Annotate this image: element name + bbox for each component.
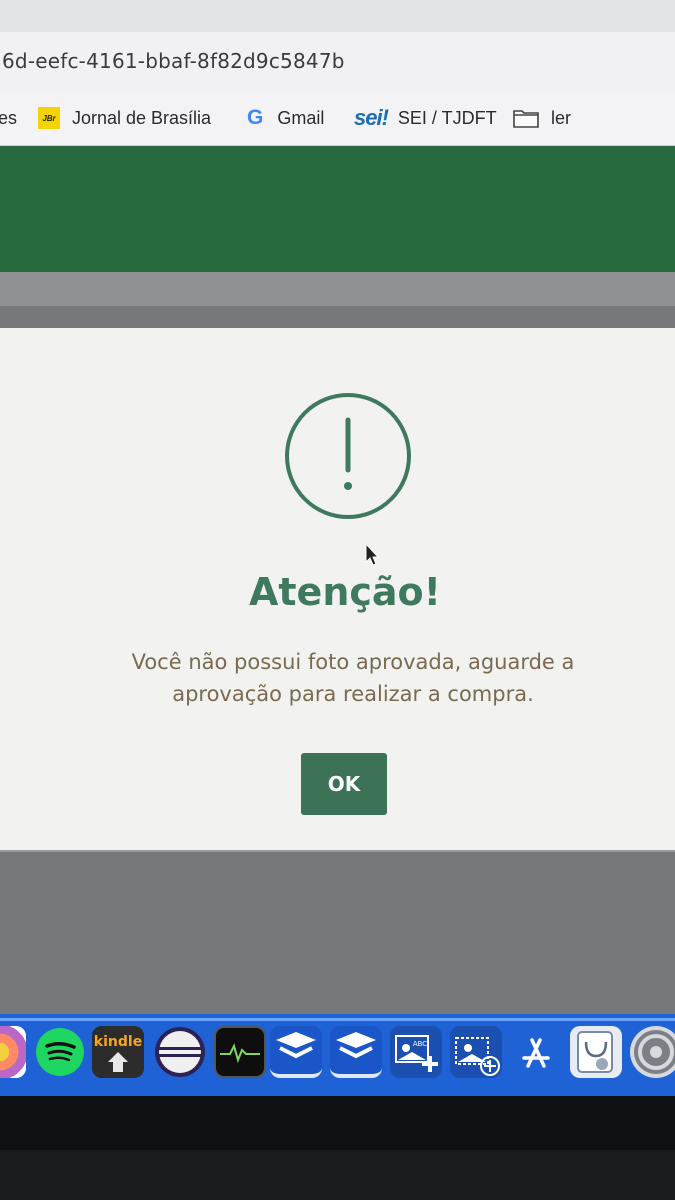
mouse-cursor-icon bbox=[365, 543, 380, 566]
ok-button[interactable]: OK bbox=[301, 753, 387, 815]
preview-icon[interactable] bbox=[570, 1026, 622, 1078]
bookmark-label: ler bbox=[551, 107, 572, 128]
spotify-icon[interactable] bbox=[34, 1026, 86, 1078]
screen: 6d-eefc-4161-bbaf-8f82d9c5847b es JBr Jo… bbox=[0, 0, 675, 1200]
dialog-message: Você não possui foto aprovada, aguarde a… bbox=[20, 646, 675, 710]
kindle-icon[interactable]: kindle bbox=[92, 1026, 144, 1078]
exclamation-circle-icon bbox=[285, 393, 411, 519]
folder-icon bbox=[513, 108, 539, 128]
receita-federal-icon-2[interactable] bbox=[330, 1026, 382, 1078]
kindle-label: kindle bbox=[94, 1034, 142, 1050]
dialog-message-line: Você não possui foto aprovada, aguarde a bbox=[131, 650, 575, 674]
jbr-icon: JBr bbox=[38, 107, 60, 129]
dialog-title: Atenção! bbox=[248, 570, 441, 614]
receita-federal-icon-1[interactable] bbox=[270, 1026, 322, 1078]
bookmark-gmail[interactable]: G Gmail bbox=[247, 104, 324, 132]
image-capture-icon-2[interactable] bbox=[450, 1026, 502, 1078]
bookmark-jornal-de-brasilia[interactable]: JBr Jornal de Brasília bbox=[38, 104, 211, 132]
bookmark-label: Jornal de Brasília bbox=[72, 107, 212, 128]
eclipse-icon[interactable] bbox=[154, 1026, 206, 1078]
photos-icon[interactable] bbox=[0, 1026, 26, 1078]
laptop-bezel-bottom bbox=[0, 1150, 675, 1200]
app-store-icon[interactable] bbox=[510, 1026, 562, 1078]
bookmark-folder-ler[interactable]: ler bbox=[513, 104, 571, 132]
browser-tab-strip bbox=[0, 0, 675, 32]
image-capture-icon-1[interactable]: ABC bbox=[390, 1026, 442, 1078]
image-capture-label: ABC bbox=[413, 1040, 427, 1048]
backdrop-band bbox=[0, 272, 675, 306]
bookmark-sei-tjdft[interactable]: sei! SEI / TJDFT bbox=[354, 104, 497, 132]
site-header bbox=[0, 146, 675, 272]
bookmark-label: Gmail bbox=[277, 107, 325, 128]
system-preferences-icon[interactable] bbox=[630, 1026, 675, 1078]
sei-icon: sei! bbox=[354, 105, 389, 130]
bookmark-label: SEI / TJDFT bbox=[397, 107, 497, 128]
bookmark-label: es bbox=[0, 107, 18, 128]
activity-monitor-icon[interactable] bbox=[214, 1026, 266, 1078]
dock-highlight bbox=[0, 1018, 675, 1021]
bookmark-truncated[interactable]: es bbox=[0, 104, 17, 132]
dialog-message-line: aprovação para realizar a compra. bbox=[172, 682, 534, 706]
url-text[interactable]: 6d-eefc-4161-bbaf-8f82d9c5847b bbox=[2, 49, 345, 73]
google-icon: G bbox=[247, 106, 264, 129]
